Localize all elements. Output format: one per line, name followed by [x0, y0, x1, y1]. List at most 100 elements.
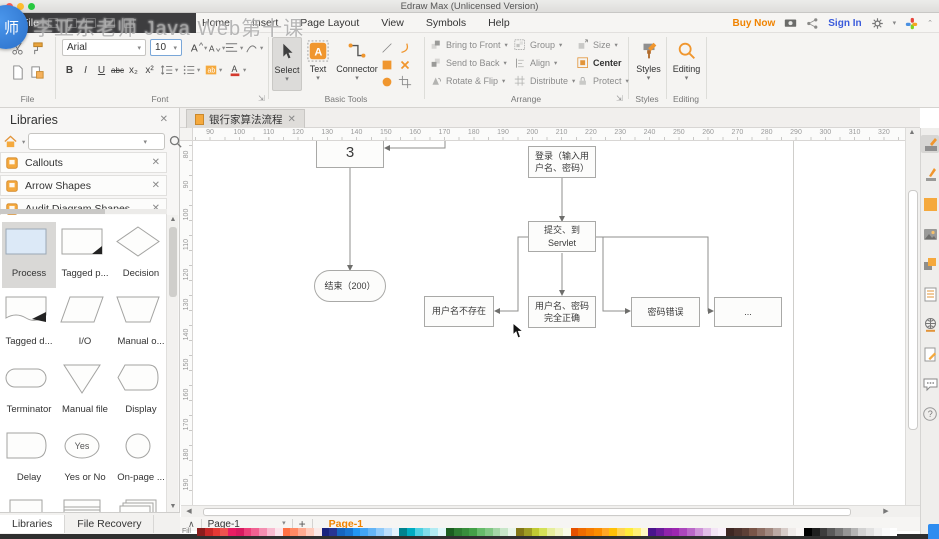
arrange-protect-button[interactable]: Protect▾	[577, 74, 629, 88]
fill-color-swatch[interactable]	[711, 528, 719, 536]
fill-color-swatch[interactable]	[454, 528, 462, 536]
tool-connector[interactable]: Connector▾	[338, 37, 376, 91]
fill-color-swatch[interactable]	[539, 528, 547, 536]
subscript-button[interactable]: x₂	[126, 62, 141, 78]
shape-tagged-process[interactable]: Tagged p...	[58, 222, 112, 288]
fill-color-swatch[interactable]	[749, 528, 757, 536]
font-dialog-launcher-icon[interactable]: ⇲	[258, 94, 265, 103]
fill-color-swatch[interactable]	[726, 528, 734, 536]
undo-icon[interactable]	[105, 18, 115, 28]
gallery-scrollbar[interactable]: ▲ ▼	[166, 215, 178, 512]
fill-color-swatch[interactable]	[306, 528, 314, 536]
fill-color-swatch[interactable]	[322, 528, 330, 536]
fill-color-swatch[interactable]	[586, 528, 594, 536]
shape-display[interactable]: Display	[114, 358, 166, 424]
ribbon-tab-insert[interactable]: Insert	[250, 17, 280, 29]
fill-color-swatch[interactable]	[399, 528, 407, 536]
fill-color-swatch[interactable]	[275, 528, 283, 536]
fill-color-swatch[interactable]	[742, 528, 750, 536]
fill-color-swatch[interactable]	[532, 528, 540, 536]
flow-node[interactable]: 密码错误	[631, 297, 700, 327]
print-icon[interactable]	[67, 18, 77, 28]
shape-stack[interactable]	[114, 494, 166, 512]
gallery-scroll-down-icon[interactable]: ▼	[167, 502, 179, 512]
fill-color-swatch[interactable]	[345, 528, 353, 536]
flow-node[interactable]: 用户名、密码完全正确	[528, 296, 596, 328]
gear-dropdown-caret[interactable]: ▾	[893, 19, 897, 27]
underline-button[interactable]: U	[94, 62, 109, 78]
close-library-icon[interactable]: ✕	[152, 157, 160, 168]
fill-color-swatch[interactable]	[796, 528, 804, 536]
strikethrough-button[interactable]: abc	[110, 62, 125, 78]
fill-color-swatch[interactable]	[251, 528, 259, 536]
line-spacing-icon[interactable]: ▾	[160, 63, 178, 77]
fill-color-swatch[interactable]	[228, 528, 236, 536]
horizontal-scrollbar[interactable]: ◀ ▶	[181, 505, 920, 517]
fill-color-swatch[interactable]	[765, 528, 773, 536]
home-dropdown-caret[interactable]: ▾	[22, 138, 25, 146]
image-icon[interactable]	[921, 225, 939, 243]
fill-color-swatch[interactable]	[415, 528, 423, 536]
arrange-distribute-button[interactable]: Distribute▾	[514, 74, 575, 88]
fill-color-swatch[interactable]	[220, 528, 228, 536]
format-paint-icon[interactable]	[921, 135, 939, 153]
text-arc-icon[interactable]: ▾	[244, 40, 263, 55]
fill-color-swatch[interactable]	[360, 528, 368, 536]
bold-button[interactable]: B	[62, 62, 77, 78]
fill-color-swatch[interactable]	[594, 528, 602, 536]
flow-node[interactable]: 3	[316, 138, 384, 168]
font-size-select[interactable]: 10▾	[150, 39, 182, 56]
fill-color-swatch[interactable]	[578, 528, 586, 536]
fill-color-swatch[interactable]	[757, 528, 765, 536]
flow-node[interactable]: 登录（输入用户名、密码）	[528, 146, 596, 178]
hyperlink-globe-icon[interactable]	[921, 315, 939, 333]
fill-color-swatch[interactable]	[781, 528, 789, 536]
arc-tool-icon[interactable]	[396, 39, 414, 56]
fill-color-swatch[interactable]	[430, 528, 438, 536]
styles-button[interactable]: Styles▾	[632, 37, 665, 91]
fill-color-swatch[interactable]	[874, 528, 882, 536]
fill-color-swatch[interactable]	[477, 528, 485, 536]
gallery-scroll-thumb[interactable]	[169, 227, 177, 297]
ribbon-tab-symbols[interactable]: Symbols	[424, 17, 468, 29]
scroll-up-icon[interactable]: ▲	[906, 128, 918, 138]
superscript-button[interactable]: x²	[142, 62, 157, 78]
fill-color-swatch[interactable]	[687, 528, 695, 536]
fill-color-swatch[interactable]	[244, 528, 252, 536]
fill-color-swatch[interactable]	[516, 528, 524, 536]
help-icon[interactable]: ?	[921, 405, 939, 423]
new-page-icon[interactable]	[10, 65, 25, 80]
text-highlight-icon[interactable]: ab▾	[204, 63, 222, 77]
fill-color-swatch[interactable]	[267, 528, 275, 536]
shape-tagged-document[interactable]: Tagged d...	[2, 290, 56, 356]
bullets-icon[interactable]: ▾	[182, 63, 200, 77]
close-document-icon[interactable]: ✕	[288, 114, 296, 125]
close-library-icon[interactable]: ✕	[152, 180, 160, 191]
fill-color-swatch[interactable]	[820, 528, 828, 536]
ribbon-tab-help[interactable]: Help	[486, 17, 512, 29]
ellipse-tool-icon[interactable]	[378, 73, 396, 90]
fill-color-swatch[interactable]	[664, 528, 672, 536]
library-bar-callouts[interactable]: Callouts✕	[0, 152, 167, 173]
shape-manual-file[interactable]: Manual file	[58, 358, 112, 424]
fill-color-swatch[interactable]	[290, 528, 298, 536]
fill-color-swatch[interactable]	[656, 528, 664, 536]
fill-color-swatch[interactable]	[602, 528, 610, 536]
fill-color-swatch[interactable]	[672, 528, 680, 536]
fill-color-swatch[interactable]	[882, 528, 890, 536]
fill-color-swatch[interactable]	[205, 528, 213, 536]
fill-color-swatch[interactable]	[788, 528, 796, 536]
stamp-icon[interactable]	[921, 165, 939, 183]
shape-decision[interactable]: Decision	[114, 222, 166, 288]
fill-color-swatch[interactable]	[804, 528, 812, 536]
font-family-select[interactable]: Arial▾	[62, 39, 146, 56]
fill-color-swatch[interactable]	[423, 528, 431, 536]
tool-select[interactable]: Select▾	[272, 37, 302, 91]
flow-node[interactable]: 结束（200）	[314, 270, 386, 302]
fill-color-swatch[interactable]	[679, 528, 687, 536]
fill-color-swatch[interactable]	[462, 528, 470, 536]
note-document-icon[interactable]	[921, 345, 939, 363]
arrange-center-button[interactable]: Center	[577, 56, 629, 70]
document-tab[interactable]: 银行家算法流程 ✕	[186, 109, 305, 128]
panel-tab-libraries[interactable]: Libraries	[0, 515, 65, 533]
